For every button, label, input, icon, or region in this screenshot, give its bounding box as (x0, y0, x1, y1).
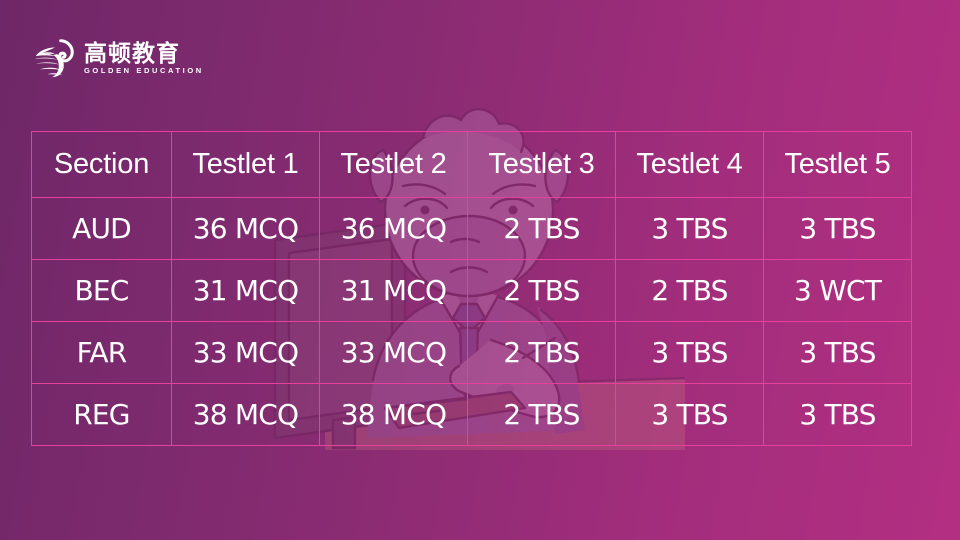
brand-name-cn: 高顿教育 (84, 39, 180, 66)
cell-testlet-4: 2 TBS (615, 259, 764, 322)
cell-section: AUD (31, 197, 172, 260)
table-row: FAR 33 MCQ 33 MCQ 2 TBS 3 TBS 3 TBS (31, 321, 912, 384)
table-row: REG 38 MCQ 38 MCQ 2 TBS 3 TBS 3 TBS (31, 383, 912, 446)
cell-section: FAR (31, 321, 172, 384)
cell-testlet-3: 2 TBS (467, 259, 616, 322)
cell-testlet-2: 31 MCQ (319, 259, 468, 322)
column-header-testlet-4: Testlet 4 (615, 131, 764, 198)
cell-testlet-3: 2 TBS (467, 321, 616, 384)
cell-testlet-4: 3 TBS (615, 197, 764, 260)
column-header-testlet-5: Testlet 5 (763, 131, 912, 198)
cell-testlet-2: 38 MCQ (319, 383, 468, 446)
cell-section: BEC (31, 259, 172, 322)
cell-testlet-1: 31 MCQ (171, 259, 320, 322)
cpa-exam-structure-table: Section Testlet 1 Testlet 2 Testlet 3 Te… (31, 131, 912, 446)
cell-testlet-2: 36 MCQ (319, 197, 468, 260)
table-header-row: Section Testlet 1 Testlet 2 Testlet 3 Te… (31, 131, 912, 198)
cell-testlet-3: 2 TBS (467, 197, 616, 260)
table-row: BEC 31 MCQ 31 MCQ 2 TBS 2 TBS 3 WCT (31, 259, 912, 322)
cell-testlet-1: 38 MCQ (171, 383, 320, 446)
cell-testlet-3: 2 TBS (467, 383, 616, 446)
column-header-testlet-3: Testlet 3 (467, 131, 616, 198)
cell-testlet-4: 3 TBS (615, 383, 764, 446)
golden-education-swoosh-logo (34, 39, 74, 78)
table-row: AUD 36 MCQ 36 MCQ 2 TBS 3 TBS 3 TBS (31, 197, 912, 260)
cell-testlet-5: 3 WCT (763, 259, 912, 322)
cell-section: REG (31, 383, 172, 446)
cell-testlet-1: 36 MCQ (171, 197, 320, 260)
brand-logo: 高顿教育 GOLDEN EDUCATION (32, 30, 201, 86)
column-header-testlet-1: Testlet 1 (171, 131, 320, 198)
brand-name-en: GOLDEN EDUCATION (84, 65, 204, 75)
cell-testlet-4: 3 TBS (615, 321, 764, 384)
cell-testlet-2: 33 MCQ (319, 321, 468, 384)
slide-canvas: .ln { fill:none; stroke:#5d2150; stroke-… (0, 0, 960, 540)
column-header-section: Section (31, 131, 172, 198)
cell-testlet-1: 33 MCQ (171, 321, 320, 384)
cell-testlet-5: 3 TBS (763, 197, 912, 260)
cell-testlet-5: 3 TBS (763, 321, 912, 384)
cell-testlet-5: 3 TBS (763, 383, 912, 446)
column-header-testlet-2: Testlet 2 (319, 131, 468, 198)
